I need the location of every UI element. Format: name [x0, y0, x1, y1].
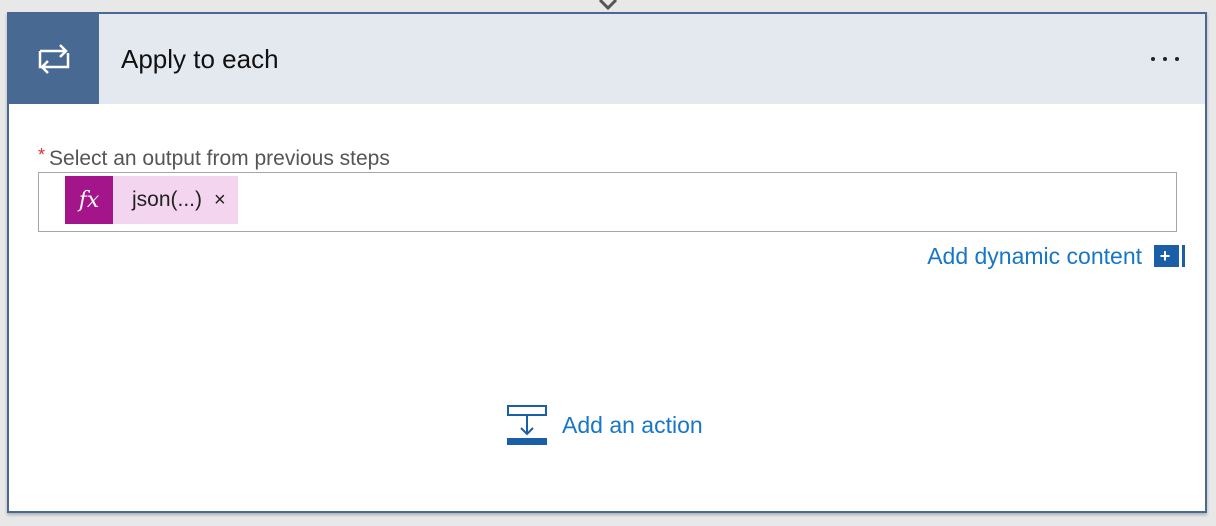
add-action-icon [507, 405, 547, 445]
plus-icon: + [1154, 245, 1179, 267]
required-marker: * [38, 145, 46, 165]
ellipsis-icon [1151, 57, 1155, 61]
flow-canvas: Apply to each * Select an output from pre… [0, 0, 1216, 526]
output-field-label: * Select an output from previous steps [38, 145, 390, 172]
apply-to-each-card: Apply to each * Select an output from pre… [7, 12, 1207, 513]
ellipsis-dot [1163, 57, 1167, 61]
add-dynamic-content-link[interactable]: Add dynamic content + [927, 241, 1179, 271]
token-label: json(...) [132, 188, 203, 211]
add-action-button[interactable]: Add an action [506, 404, 703, 446]
loop-icon [9, 14, 99, 104]
function-icon: fx [65, 176, 113, 224]
more-options-button[interactable] [1141, 44, 1189, 74]
output-field-label-text: Select an output from previous steps [49, 147, 390, 170]
expression-token[interactable]: fx json(...) × [65, 176, 238, 224]
output-select-input[interactable]: fx json(...) × [38, 172, 1177, 232]
add-action-label: Add an action [562, 411, 703, 438]
card-header[interactable]: Apply to each [9, 14, 1205, 104]
ellipsis-dot [1175, 57, 1179, 61]
remove-token-button[interactable]: × [214, 176, 238, 224]
card-title: Apply to each [121, 44, 279, 74]
add-dynamic-content-label: Add dynamic content [927, 242, 1142, 269]
